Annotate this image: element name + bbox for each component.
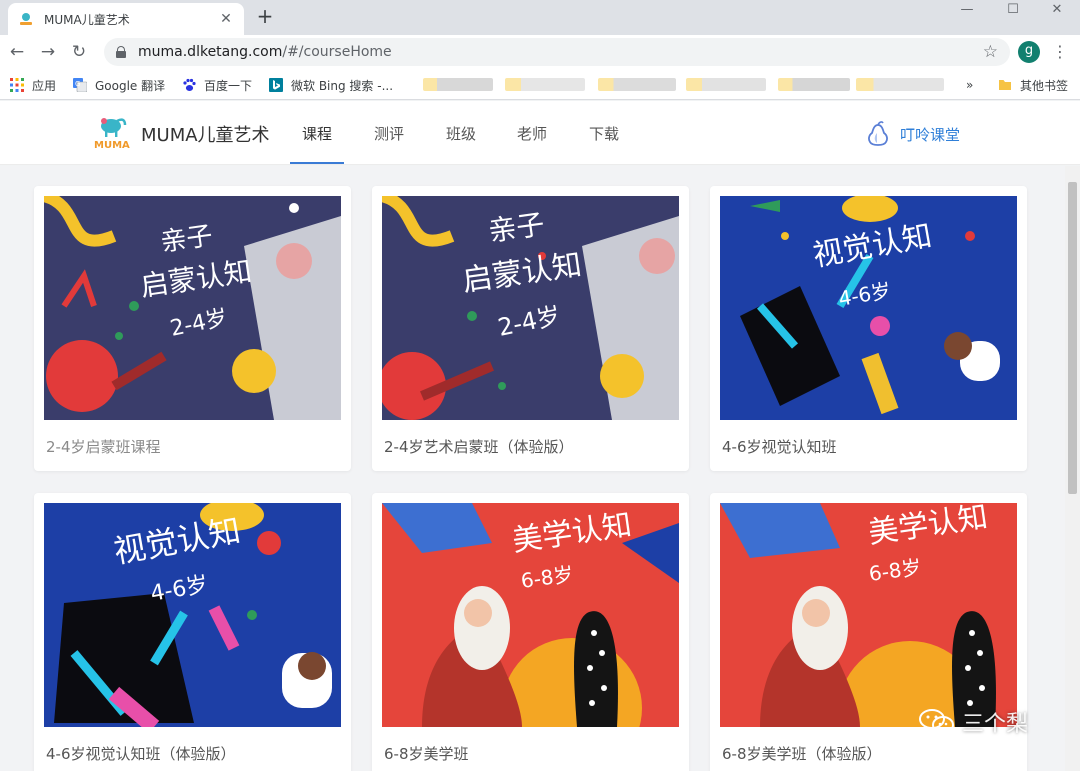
bookmark-label: 应用 <box>32 78 57 93</box>
bookmark-label: 微软 Bing 搜索 -... <box>291 78 394 93</box>
bookmark-apps[interactable]: 应用 <box>10 76 56 94</box>
site-header: MUMA MUMA儿童艺术 课程 测评 班级 老师 下载 叮呤课堂 <box>0 101 1080 165</box>
bookmark-star-icon[interactable]: ☆ <box>983 42 998 62</box>
reload-icon[interactable]: ↻ <box>68 41 90 63</box>
nav-download[interactable]: 下载 <box>589 123 619 144</box>
url-path: /#/courseHome <box>282 44 392 60</box>
dinglin-pear-icon <box>864 121 892 147</box>
tab-title: MUMA儿童艺术 <box>44 12 130 27</box>
course-title[interactable]: 6-8岁美学班 <box>384 743 469 764</box>
profile-avatar[interactable]: g <box>1018 41 1040 63</box>
bookmarks-overflow-icon[interactable]: » <box>966 76 973 94</box>
address-bar[interactable]: muma.dlketang.com /#/courseHome ☆ <box>104 38 1010 66</box>
page-scrollbar[interactable] <box>1065 166 1080 771</box>
course-card[interactable]: 亲子 启蒙认知 2-4岁 2-4岁启蒙班课程 <box>34 186 351 471</box>
nav-teachers[interactable]: 老师 <box>517 123 547 144</box>
back-arrow-icon[interactable]: ← <box>6 41 28 63</box>
course-title[interactable]: 4-6岁视觉认知班 <box>722 436 837 457</box>
partner-label: 叮呤课堂 <box>900 125 961 144</box>
course-card[interactable]: 视觉认知 4-6岁 4-6岁视觉认知班 <box>710 186 1027 471</box>
course-card[interactable]: 亲子 启蒙认知 2-4岁 2-4岁艺术启蒙班（体验版） <box>372 186 689 471</box>
svg-text:G: G <box>75 80 80 88</box>
forward-arrow-icon[interactable]: → <box>37 41 59 63</box>
course-card[interactable]: 视觉认知 4-6岁 4-6岁视觉认知班（体验版） <box>34 493 351 771</box>
nav-assessment[interactable]: 测评 <box>374 123 404 144</box>
blurred-bookmark[interactable] <box>423 78 493 91</box>
course-title[interactable]: 4-6岁视觉认知班（体验版） <box>46 743 236 764</box>
partner-link[interactable]: 叮呤课堂 <box>864 121 960 147</box>
browser-toolbar: ← → ↻ muma.dlketang.com /#/courseHome ☆ … <box>0 35 1080 69</box>
bookmark-other[interactable]: 其他书签 <box>998 76 1068 94</box>
baidu-paw-icon <box>182 78 196 92</box>
blurred-bookmark[interactable] <box>505 78 585 91</box>
minimize-icon[interactable]: — <box>944 0 990 30</box>
url-host: muma.dlketang.com <box>138 44 283 60</box>
bookmark-baidu[interactable]: 百度一下 <box>182 76 252 94</box>
bookmark-bing[interactable]: 微软 Bing 搜索 -... <box>269 76 393 94</box>
brand-name[interactable]: MUMA儿童艺术 <box>141 121 270 147</box>
course-grid: 亲子 启蒙认知 2-4岁 2-4岁启蒙班课程 亲子 启蒙认知 2-4岁 2-4岁… <box>0 166 1065 771</box>
blurred-bookmark[interactable] <box>598 78 676 91</box>
course-cover-image[interactable]: 美学认知 6-8岁 <box>720 503 1017 727</box>
muma-logo[interactable]: MUMA <box>92 115 132 151</box>
bing-icon <box>269 78 283 92</box>
course-card[interactable]: 美学认知 6-8岁 6-8岁美学班 <box>372 493 689 771</box>
lock-icon[interactable] <box>116 46 126 58</box>
folder-icon <box>998 78 1012 92</box>
wechat-watermark: 三个梨 <box>918 706 1028 738</box>
course-title[interactable]: 2-4岁艺术启蒙班（体验版） <box>384 436 574 457</box>
bookmark-label: 其他书签 <box>1020 78 1069 93</box>
google-translate-icon: G <box>73 78 88 93</box>
bookmark-label: Google 翻译 <box>95 78 166 93</box>
browser-tab[interactable]: MUMA儿童艺术 ✕ <box>8 3 244 35</box>
nav-classes[interactable]: 班级 <box>446 123 476 144</box>
course-title[interactable]: 2-4岁启蒙班课程 <box>46 436 161 457</box>
course-cover-image[interactable]: 亲子 启蒙认知 2-4岁 <box>382 196 679 420</box>
course-cover-image[interactable]: 亲子 启蒙认知 2-4岁 <box>44 196 341 420</box>
active-nav-indicator <box>290 162 344 164</box>
bookmarks-bar: 应用 G Google 翻译 百度一下 微软 Bing 搜索 -... » 其他… <box>0 69 1080 100</box>
close-tab-icon[interactable]: ✕ <box>218 11 234 27</box>
wechat-icon <box>918 707 956 737</box>
course-cover-image[interactable]: 视觉认知 4-6岁 <box>720 196 1017 420</box>
nav-courses[interactable]: 课程 <box>302 123 332 144</box>
course-title[interactable]: 6-8岁美学班（体验版） <box>722 743 882 764</box>
close-window-icon[interactable]: ✕ <box>1034 0 1080 30</box>
browser-tabstrip: MUMA儿童艺术 ✕ + — ☐ ✕ <box>0 0 1080 35</box>
more-menu-icon[interactable]: ⋮ <box>1052 41 1068 63</box>
course-cover-image[interactable]: 视觉认知 4-6岁 <box>44 503 341 727</box>
blurred-bookmark[interactable] <box>778 78 850 91</box>
scrollbar-thumb[interactable] <box>1068 182 1077 494</box>
maximize-icon[interactable]: ☐ <box>990 0 1036 30</box>
apps-grid-icon <box>10 78 24 92</box>
muma-favicon-icon <box>18 11 34 27</box>
bookmark-google-translate[interactable]: G Google 翻译 <box>73 76 165 94</box>
bookmark-label: 百度一下 <box>204 78 253 93</box>
logo-wordmark: MUMA <box>94 140 130 151</box>
watermark-text: 三个梨 <box>962 712 1029 737</box>
new-tab-icon[interactable]: + <box>254 6 276 28</box>
course-cover-image[interactable]: 美学认知 6-8岁 <box>382 503 679 727</box>
blurred-bookmark[interactable] <box>686 78 766 91</box>
blurred-bookmark[interactable] <box>856 78 944 91</box>
